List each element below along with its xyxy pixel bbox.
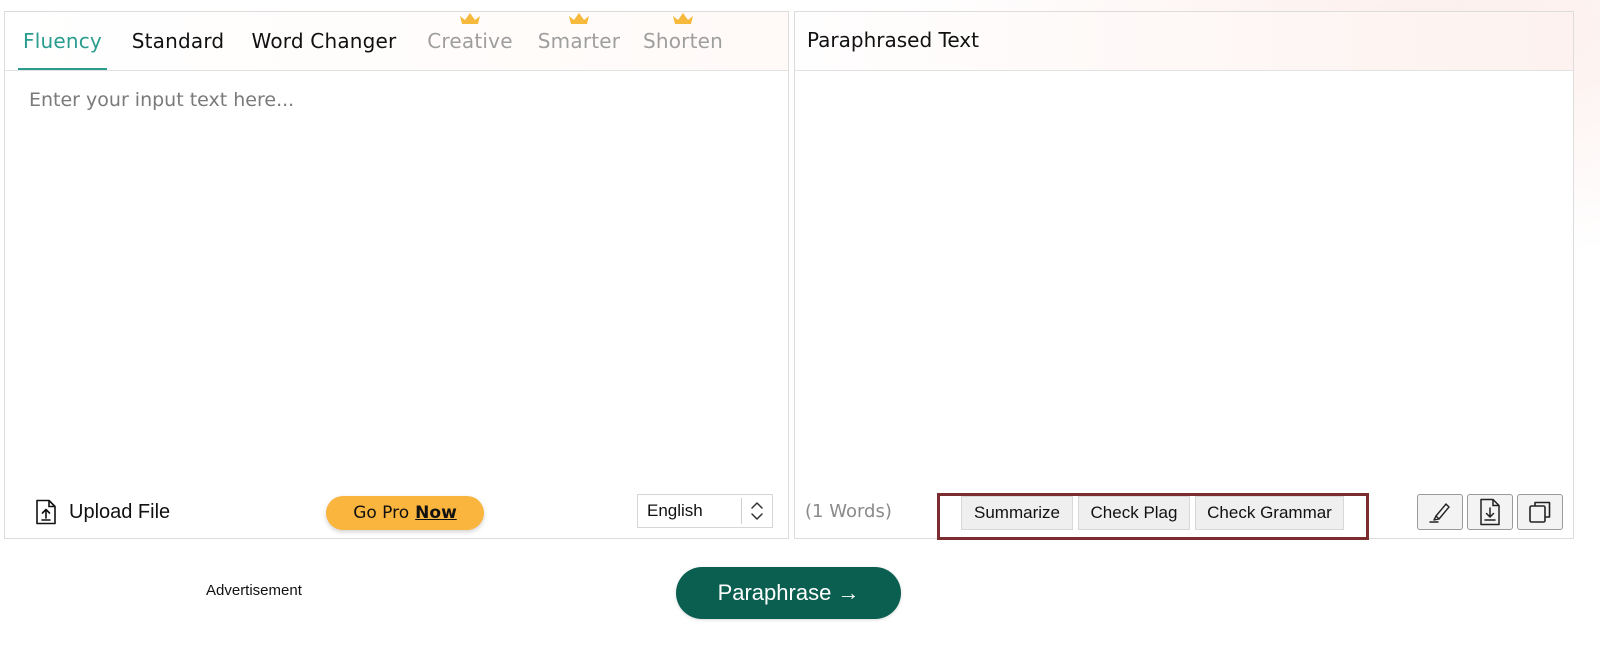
crown-icon xyxy=(569,13,589,24)
tab-fluency[interactable]: Fluency xyxy=(18,12,107,70)
crown-icon xyxy=(460,13,480,24)
up-down-chevron-icon xyxy=(742,494,772,528)
copy-button[interactable] xyxy=(1517,494,1563,530)
input-panel: Fluency Standard Word Changer Creative S… xyxy=(4,11,789,539)
download-button[interactable] xyxy=(1467,494,1513,530)
paraphrase-label: Paraphrase → xyxy=(717,580,860,605)
go-pro-now: Now xyxy=(415,503,457,523)
check-plag-button[interactable]: Check Plag xyxy=(1078,496,1190,530)
tab-label: Shorten xyxy=(642,28,724,53)
go-pro-text: Go Pro xyxy=(353,503,410,523)
tab-smarter[interactable]: Smarter xyxy=(534,12,624,69)
check-grammar-button[interactable]: Check Grammar xyxy=(1195,496,1344,530)
tab-label: Standard xyxy=(131,28,225,53)
tab-word-changer[interactable]: Word Changer xyxy=(246,12,402,69)
language-select[interactable]: English xyxy=(637,494,773,528)
copy-icon xyxy=(1529,501,1551,523)
language-value: English xyxy=(647,501,703,520)
word-count: (1 Words) xyxy=(805,501,892,522)
tab-creative[interactable]: Creative xyxy=(424,12,516,69)
file-upload-icon xyxy=(36,499,56,525)
advertisement-label: Advertisement xyxy=(206,582,302,599)
tab-shorten[interactable]: Shorten xyxy=(639,12,727,69)
tab-label: Smarter xyxy=(537,28,621,53)
check-grammar-label: Check Grammar xyxy=(1207,503,1332,522)
summarize-label: Summarize xyxy=(974,503,1060,522)
paraphrase-button[interactable]: Paraphrase → xyxy=(676,567,901,619)
mode-tabs: Fluency Standard Word Changer Creative S… xyxy=(5,12,788,71)
check-plag-label: Check Plag xyxy=(1090,503,1178,522)
paraphraser-page: Fluency Standard Word Changer Creative S… xyxy=(0,0,1600,651)
crown-icon xyxy=(673,13,693,24)
highlighter-button[interactable] xyxy=(1417,494,1463,530)
highlighter-icon xyxy=(1429,503,1450,523)
upload-file-button[interactable]: Upload File xyxy=(35,496,170,528)
tab-standard[interactable]: Standard xyxy=(122,12,234,69)
upload-file-label: Upload File xyxy=(69,500,171,523)
output-header: Paraphrased Text xyxy=(795,12,1573,71)
output-panel: Paraphrased Text (1 Words) Summarize Che… xyxy=(794,11,1574,540)
summarize-button[interactable]: Summarize xyxy=(961,496,1073,530)
download-file-icon xyxy=(1480,498,1500,526)
go-pro-button[interactable]: Go Pro Now xyxy=(326,496,484,530)
input-textarea[interactable] xyxy=(5,71,788,471)
tab-label: Creative xyxy=(427,28,513,53)
tab-label: Word Changer xyxy=(251,28,397,53)
tab-label: Fluency xyxy=(23,28,102,53)
output-text-area[interactable] xyxy=(795,71,1573,471)
output-title: Paraphrased Text xyxy=(807,28,979,52)
